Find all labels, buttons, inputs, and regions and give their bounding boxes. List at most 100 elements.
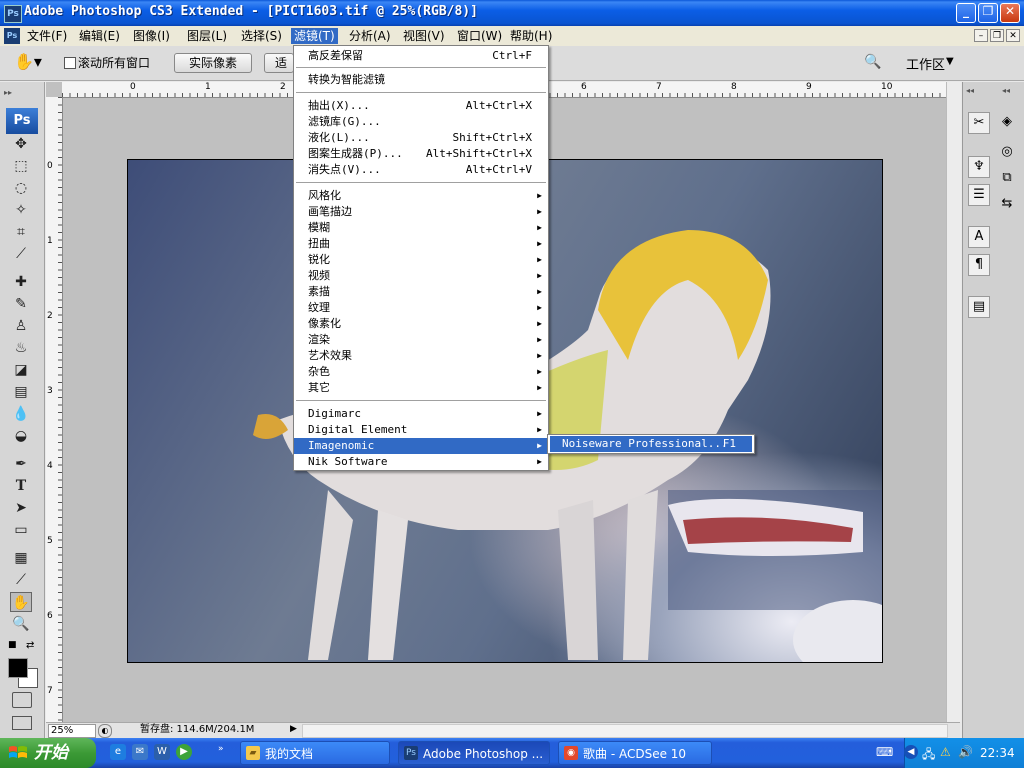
scroll-all-windows-checkbox[interactable] — [64, 57, 76, 69]
safely-remove-icon[interactable]: ⚠ — [940, 745, 951, 759]
gradient-tool-icon[interactable]: ▤ — [10, 382, 32, 402]
slice-tool-icon[interactable]: ⟋ — [10, 244, 32, 264]
swap-colors-icon[interactable]: ⇄ — [26, 640, 34, 651]
menu-layer[interactable]: 图层(L) — [184, 28, 230, 44]
crop-tool-icon[interactable]: ⌗ — [10, 222, 32, 242]
filter-item-sketch[interactable]: 素描 ▶ — [294, 284, 548, 300]
filter-item-nik-software[interactable]: Nik Software ▶ — [294, 454, 548, 470]
filter-item-filter-gallery[interactable]: 滤镜库(G)... — [294, 114, 548, 130]
blur-tool-icon[interactable]: 💧 — [10, 404, 32, 424]
healing-brush-tool-icon[interactable]: ✚ — [10, 272, 32, 292]
screen-mode-icon[interactable] — [12, 716, 32, 730]
internet-explorer-icon[interactable]: e — [110, 744, 126, 760]
media-player-icon[interactable]: ▶ — [176, 744, 192, 760]
paragraph-panel-icon[interactable]: ¶ — [968, 254, 990, 276]
brush-tool-icon[interactable]: ✎ — [10, 294, 32, 314]
filter-item-sharpen[interactable]: 锐化 ▶ — [294, 252, 548, 268]
menu-file[interactable]: 文件(F) — [24, 28, 70, 44]
navigator-panel-icon[interactable]: ✂ — [968, 112, 990, 134]
filter-item-imagenomic[interactable]: Imagenomic ▶ — [294, 438, 548, 454]
tool-presets-panel-icon[interactable]: ☰ — [968, 184, 990, 206]
filter-item-other[interactable]: 其它 ▶ — [294, 380, 548, 396]
menu-filter[interactable]: 滤镜(T) — [291, 28, 338, 44]
taskbar-item-acdsee[interactable]: ◉ 歌曲 - ACDSee 10 — [558, 741, 712, 765]
bridge-icon[interactable]: 🔍 — [864, 54, 881, 70]
hand-tool-preset-icon[interactable]: ✋▾ — [14, 52, 42, 71]
channels-panel-icon[interactable]: ◎ — [996, 142, 1018, 164]
filter-item-distort[interactable]: 扭曲 ▶ — [294, 236, 548, 252]
status-info-icon[interactable]: ◐ — [98, 724, 112, 738]
doc-close-button[interactable]: ✕ — [1006, 29, 1020, 42]
dodge-tool-icon[interactable]: ◒ — [10, 426, 32, 446]
filter-item-stylize[interactable]: 风格化 ▶ — [294, 188, 548, 204]
submenu-item-noiseware-professional[interactable]: Noiseware Professional... F1 — [550, 436, 752, 452]
filter-item-digital-element[interactable]: Digital Element ▶ — [294, 422, 548, 438]
document-icon[interactable]: Ps — [4, 28, 20, 44]
menu-view[interactable]: 视图(V) — [400, 28, 448, 44]
history-panel-icon[interactable]: ⇆ — [996, 194, 1018, 216]
zoom-tool-icon[interactable]: 🔍 — [10, 614, 32, 634]
menu-window[interactable]: 窗口(W) — [454, 28, 505, 44]
rectangle-tool-icon[interactable]: ▭ — [10, 520, 32, 540]
character-panel-icon[interactable]: A — [968, 226, 990, 248]
network-icon[interactable]: 🖧 — [922, 745, 935, 766]
word-icon[interactable]: W — [154, 744, 170, 760]
filter-item-artistic[interactable]: 艺术效果 ▶ — [294, 348, 548, 364]
doc-minimize-button[interactable]: – — [974, 29, 988, 42]
filter-item-convert-smart-filters[interactable]: 转换为智能滤镜 — [294, 72, 548, 88]
quick-mask-icon[interactable] — [12, 692, 32, 708]
menu-select[interactable]: 选择(S) — [238, 28, 285, 44]
workspace-dropdown[interactable]: 工作区 — [906, 54, 945, 73]
photoshop-app-icon[interactable]: Ps — [4, 5, 22, 23]
default-colors-icon[interactable]: ■ — [8, 640, 17, 650]
filter-item-video[interactable]: 视频 ▶ — [294, 268, 548, 284]
doc-restore-button[interactable]: ❐ — [990, 29, 1004, 42]
lasso-tool-icon[interactable]: ◌ — [10, 178, 32, 198]
notes-tool-icon[interactable]: ▦ — [10, 548, 32, 568]
status-menu-arrow-icon[interactable]: ▶ — [290, 724, 297, 734]
eraser-tool-icon[interactable]: ◪ — [10, 360, 32, 380]
move-tool-icon[interactable]: ✥ — [10, 134, 32, 154]
fit-screen-button[interactable]: 适 — [264, 53, 294, 73]
dock-collapse-icon[interactable]: ◂◂ — [966, 86, 974, 95]
horizontal-scrollbar[interactable] — [302, 724, 948, 738]
outlook-express-icon[interactable]: ✉ — [132, 744, 148, 760]
filter-item-high-pass[interactable]: 高反差保留 Ctrl+F — [294, 48, 548, 64]
filter-item-brush-strokes[interactable]: 画笔描边 ▶ — [294, 204, 548, 220]
vertical-scrollbar[interactable] — [946, 82, 961, 722]
volume-icon[interactable]: 🔊 — [958, 745, 973, 759]
filter-item-texture[interactable]: 纹理 ▶ — [294, 300, 548, 316]
filter-item-noise[interactable]: 杂色 ▶ — [294, 364, 548, 380]
workspace-dropdown-arrow-icon[interactable]: ▼ — [946, 56, 954, 67]
filter-item-vanishing-point[interactable]: 消失点(V)... Alt+Ctrl+V — [294, 162, 548, 178]
menu-image[interactable]: 图像(I) — [130, 28, 173, 44]
paths-panel-icon[interactable]: ⧉ — [996, 168, 1018, 190]
toolbox-collapse-icon[interactable]: ▸▸ — [4, 88, 12, 97]
keyboard-icon[interactable]: ⌨ — [876, 745, 893, 759]
pen-tool-icon[interactable]: ✒ — [10, 454, 32, 474]
filter-item-pixelate[interactable]: 像素化 ▶ — [294, 316, 548, 332]
notes-panel-icon[interactable]: ▤ — [968, 296, 990, 318]
filter-item-liquify[interactable]: 液化(L)... Shift+Ctrl+X — [294, 130, 548, 146]
minimize-button[interactable]: _ — [956, 3, 976, 23]
quick-launch-expand-icon[interactable]: » — [218, 744, 224, 754]
brushes-panel-icon[interactable]: ♆ — [968, 156, 990, 178]
zoom-level-field[interactable]: 25% — [48, 724, 96, 738]
dock-expand-icon[interactable]: ◂◂ — [1002, 86, 1010, 95]
magic-wand-tool-icon[interactable]: ✧ — [10, 200, 32, 220]
marquee-tool-icon[interactable]: ⬚ — [10, 156, 32, 176]
clock[interactable]: 22:34 — [980, 746, 1015, 760]
filter-item-digimarc[interactable]: Digimarc ▶ — [294, 406, 548, 422]
taskbar-item-photoshop[interactable]: Ps Adobe Photoshop ... — [398, 741, 550, 765]
vertical-ruler[interactable]: 0 1 2 3 4 5 6 7 — [46, 97, 63, 722]
taskbar-item-my-documents[interactable]: ▰ 我的文档 — [240, 741, 390, 765]
foreground-color-swatch[interactable] — [8, 658, 28, 678]
close-button[interactable]: ✕ — [1000, 3, 1020, 23]
menu-analysis[interactable]: 分析(A) — [346, 28, 394, 44]
actual-pixels-button[interactable]: 实际像素 — [174, 53, 252, 73]
tray-collapse-icon[interactable]: ◀ — [904, 745, 918, 759]
photoshop-logo[interactable]: Ps — [6, 108, 38, 134]
menu-edit[interactable]: 编辑(E) — [76, 28, 123, 44]
path-selection-tool-icon[interactable]: ➤ — [10, 498, 32, 518]
eyedropper-tool-icon[interactable]: ⟋ — [10, 570, 32, 590]
